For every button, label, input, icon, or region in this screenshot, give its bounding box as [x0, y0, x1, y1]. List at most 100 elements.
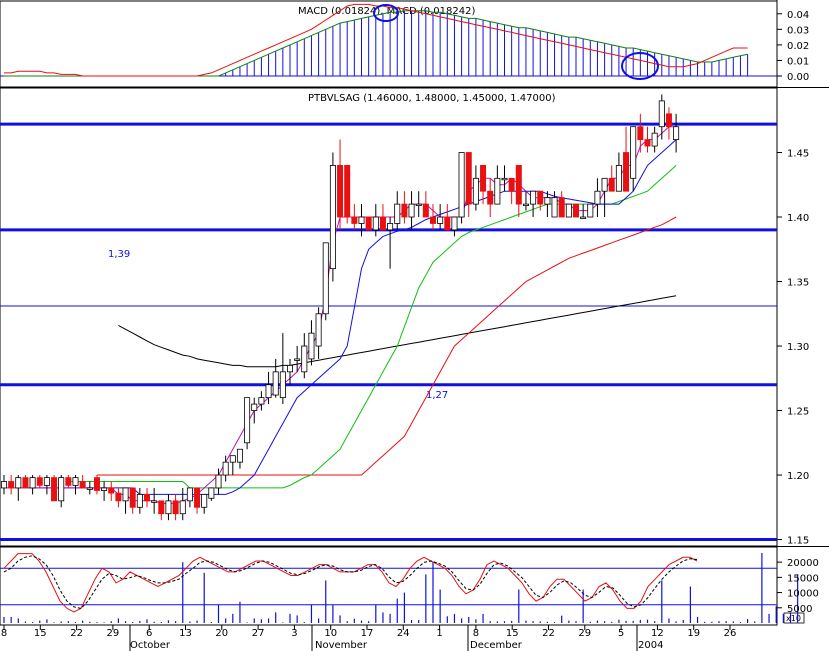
- candle-body: [673, 126, 680, 141]
- stoch-d-line: [3, 555, 698, 609]
- stoch-k-line: [3, 553, 698, 613]
- x-tick-label: 29: [107, 628, 120, 639]
- candle-body: [630, 126, 637, 179]
- candle-body: [351, 216, 358, 224]
- candle-body: [294, 358, 301, 361]
- candle-body: [186, 487, 193, 502]
- macd-title: MACD (0.01824), MACD (0.018242): [298, 6, 475, 17]
- candle-body: [279, 371, 286, 399]
- candle-body: [244, 397, 251, 444]
- candle-body: [201, 493, 208, 508]
- price-y-tick-label: 1.25: [787, 407, 809, 418]
- candle-body: [308, 332, 315, 360]
- candle-body: [623, 152, 630, 192]
- level-label-139: 1,39: [108, 249, 130, 260]
- candle-body: [551, 197, 558, 218]
- candle-body: [208, 487, 215, 499]
- candle-body: [444, 216, 451, 231]
- price-plot: [0, 94, 777, 542]
- candle-body: [515, 165, 522, 205]
- x-tick-label: 1: [436, 628, 442, 639]
- x-tick-label: 8: [1, 628, 7, 639]
- x-tick-label: 15: [506, 628, 519, 639]
- candle-body: [365, 216, 372, 231]
- candle-body: [401, 203, 408, 218]
- month-label-december: December: [470, 640, 523, 651]
- price-title: PTBVLSAG (1.46000, 1.48000, 1.45000, 1.4…: [308, 93, 556, 104]
- price-y-tick-label: 1.40: [787, 213, 809, 224]
- candle-body: [93, 477, 100, 491]
- x-tick-label: 20: [215, 628, 228, 639]
- x-tick-label: 17: [361, 628, 374, 639]
- candle-body: [580, 216, 587, 219]
- candle-body: [637, 126, 644, 141]
- candle-body: [573, 203, 580, 218]
- macd-y-tick-label: 0.03: [787, 25, 809, 36]
- multiplier-label: x10: [786, 614, 801, 623]
- candle-body: [458, 152, 465, 218]
- candle-body: [408, 203, 415, 218]
- x-tick-label: 29: [578, 628, 591, 639]
- candle-body: [265, 384, 272, 399]
- candle-body: [36, 477, 43, 486]
- candle-body: [651, 132, 658, 147]
- candle-body: [451, 216, 458, 231]
- stoch-y-tick-label: 20000: [787, 558, 819, 569]
- candle-body: [394, 203, 401, 224]
- candle-body: [387, 223, 394, 231]
- macd-y-tick-label: 0.04: [787, 10, 809, 21]
- candle-body: [558, 197, 565, 218]
- candle-body: [594, 190, 601, 205]
- candle-body: [286, 364, 293, 373]
- candle-body: [565, 203, 572, 218]
- candle-body: [522, 203, 529, 207]
- month-label-november: November: [315, 640, 368, 651]
- candle-body: [322, 242, 329, 315]
- candle-body: [544, 197, 551, 205]
- candle-body: [422, 203, 429, 218]
- month-label-2004: 2004: [638, 640, 663, 651]
- candle-body: [501, 177, 508, 181]
- candle-body: [251, 403, 258, 411]
- candle-body: [437, 216, 444, 224]
- candle-body: [480, 165, 487, 192]
- candle-body: [530, 190, 537, 205]
- candle-body: [494, 177, 501, 205]
- stochastic-volume-plot: [0, 553, 799, 623]
- x-tick-label: 26: [724, 628, 737, 639]
- candle-body: [465, 152, 472, 205]
- macd-y-tick-label: 0.02: [787, 41, 809, 52]
- candle-body: [129, 487, 136, 508]
- candle-body: [329, 165, 336, 270]
- candle-body: [608, 177, 615, 192]
- x-tick-label: 8: [473, 628, 479, 639]
- candle-body: [315, 313, 322, 347]
- candle-body: [136, 493, 143, 508]
- candle-body: [472, 177, 479, 205]
- x-tick-label: 15: [34, 628, 47, 639]
- candle-body: [508, 177, 515, 192]
- candle-body: [429, 216, 436, 224]
- candle-body: [179, 500, 186, 515]
- candle-body: [194, 487, 201, 508]
- candle-body: [615, 165, 622, 192]
- x-tick-label: 19: [687, 628, 700, 639]
- candle-body: [143, 493, 150, 502]
- price-line-ema_red: [97, 216, 677, 476]
- candle-body: [51, 477, 58, 502]
- macd-y-tick-label: 0.00: [787, 72, 809, 83]
- price-panel-frame: [0, 87, 778, 547]
- candle-body: [122, 487, 129, 502]
- macd-y-tick-label: 0.01: [787, 56, 809, 67]
- candle-body: [337, 165, 344, 218]
- price-line-ema_green: [68, 165, 677, 489]
- candle-body: [215, 474, 222, 489]
- candle-body: [29, 477, 36, 489]
- candle-body: [665, 113, 672, 128]
- candle-body: [644, 139, 651, 147]
- candle-body: [272, 371, 279, 396]
- candle-body: [101, 487, 108, 491]
- candle-body: [8, 481, 15, 489]
- price-y-tick-label: 1.30: [787, 342, 809, 353]
- candle-body: [658, 100, 665, 128]
